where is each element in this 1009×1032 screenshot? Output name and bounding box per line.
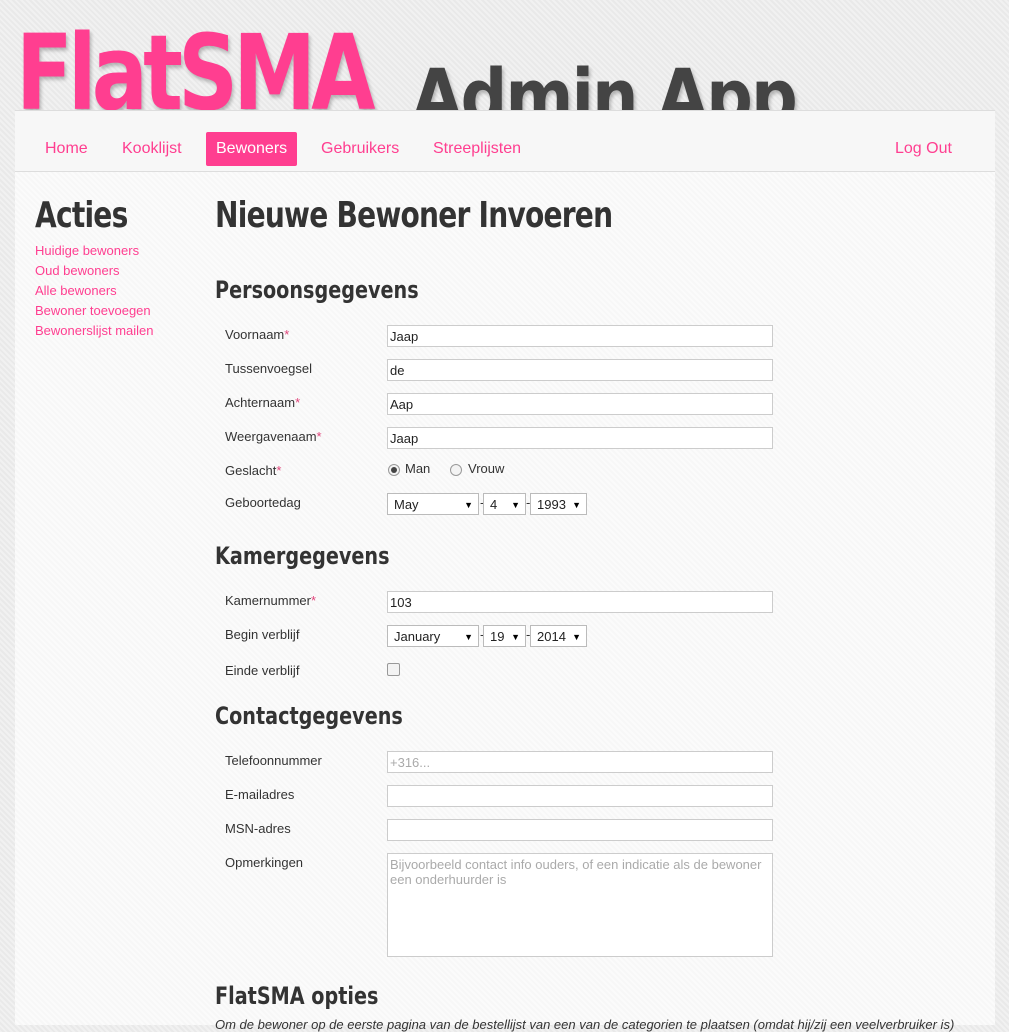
gender-vrouw-radio[interactable]	[450, 464, 462, 476]
section-title-persoonsgegevens: Persoonsgegevens	[215, 276, 419, 304]
page-title: Nieuwe Bewoner Invoeren	[215, 195, 613, 236]
chevron-down-icon: ▼	[464, 500, 473, 510]
msn-label: MSN-adres	[225, 821, 291, 836]
sidebar-link-oud-bewoners[interactable]: Oud bewoners	[35, 261, 205, 281]
begin-day-select[interactable]: 19 ▼	[483, 625, 526, 647]
sidebar-link-bewoner-toevoegen[interactable]: Bewoner toevoegen	[35, 301, 205, 321]
begin-day-value: 19	[490, 629, 505, 644]
nav-bewoners[interactable]: Bewoners	[206, 132, 298, 166]
einde-verblijf-checkbox[interactable]	[387, 663, 400, 676]
einde-verblijf-label: Einde verblijf	[225, 663, 300, 678]
main-container: Home Kooklijst Bewoners Gebruikers Stree…	[15, 110, 995, 1032]
kamernummer-input[interactable]	[387, 591, 773, 613]
begin-month-select[interactable]: January ▼	[387, 625, 479, 647]
birth-year-select[interactable]: 1993 ▼	[530, 493, 587, 515]
chevron-down-icon: ▼	[572, 632, 581, 642]
nav-home[interactable]: Home	[35, 132, 98, 166]
telefoon-input[interactable]	[387, 751, 773, 773]
sidebar: Acties Huidige bewoners Oud bewoners All…	[35, 195, 205, 341]
tussenvoegsel-input[interactable]	[387, 359, 773, 381]
opmerkingen-textarea[interactable]	[387, 853, 773, 957]
begin-month-value: January	[394, 629, 441, 644]
chevron-down-icon: ▼	[511, 632, 520, 642]
achternaam-label: Achternaam*	[225, 395, 301, 410]
chevron-down-icon: ▼	[464, 632, 473, 642]
birth-day-value: 4	[490, 497, 498, 512]
tussenvoegsel-label: Tussenvoegsel	[225, 361, 312, 376]
voornaam-input[interactable]	[387, 325, 773, 347]
top-navbar: Home Kooklijst Bewoners Gebruikers Stree…	[15, 111, 995, 172]
gender-man-radio[interactable]	[388, 464, 400, 476]
chevron-down-icon: ▼	[511, 500, 520, 510]
weergavenaam-label: Weergavenaam*	[225, 429, 322, 444]
email-input[interactable]	[387, 785, 773, 807]
section-title-kamergegevens: Kamergegevens	[215, 542, 390, 570]
telefoon-label: Telefoonnummer	[225, 753, 322, 768]
kamernummer-label: Kamernummer*	[225, 593, 317, 608]
birth-month-select[interactable]: May ▼	[387, 493, 479, 515]
opmerkingen-label: Opmerkingen	[225, 855, 304, 870]
gender-man-label: Man	[405, 461, 431, 476]
nav-kooklijst[interactable]: Kooklijst	[112, 132, 192, 166]
nav-streeplijsten[interactable]: Streeplijsten	[423, 132, 531, 166]
sidebar-link-alle-bewoners[interactable]: Alle bewoners	[35, 281, 205, 301]
sidebar-link-bewonerslijst-mailen[interactable]: Bewonerslijst mailen	[35, 321, 205, 341]
begin-verblijf-label: Begin verblijf	[225, 627, 300, 642]
birth-year-value: 1993	[537, 497, 566, 512]
section-title-contactgegevens: Contactgegevens	[215, 702, 403, 730]
geboortedag-label: Geboortedag	[225, 495, 301, 510]
sidebar-title: Acties	[35, 195, 128, 236]
sidebar-links: Huidige bewoners Oud bewoners Alle bewon…	[35, 241, 205, 341]
logout-link[interactable]: Log Out	[885, 132, 962, 166]
main-content: Nieuwe Bewoner Invoeren Persoonsgegevens…	[215, 195, 975, 1032]
begin-year-value: 2014	[537, 629, 566, 644]
birth-month-value: May	[394, 497, 419, 512]
section-title-flatsma-opties: FlatSMA opties	[215, 982, 379, 1010]
weergavenaam-input[interactable]	[387, 427, 773, 449]
achternaam-input[interactable]	[387, 393, 773, 415]
opties-description: Om de bewoner op de eerste pagina van de…	[215, 1017, 955, 1032]
sidebar-link-huidige-bewoners[interactable]: Huidige bewoners	[35, 241, 205, 261]
begin-year-select[interactable]: 2014 ▼	[530, 625, 587, 647]
nav-gebruikers[interactable]: Gebruikers	[311, 132, 409, 166]
voornaam-label: Voornaam*	[225, 327, 290, 342]
geslacht-label: Geslacht*	[225, 463, 282, 478]
email-label: E-mailadres	[225, 787, 295, 802]
gender-vrouw-label: Vrouw	[468, 461, 505, 476]
msn-input[interactable]	[387, 819, 773, 841]
birth-day-select[interactable]: 4 ▼	[483, 493, 526, 515]
chevron-down-icon: ▼	[572, 500, 581, 510]
